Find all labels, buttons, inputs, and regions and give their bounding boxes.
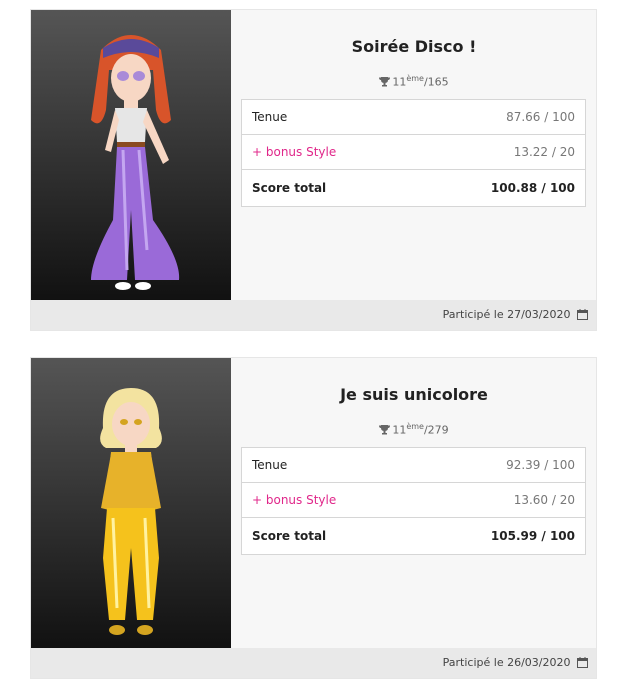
rank-total: /279 bbox=[423, 423, 449, 437]
avatar-image bbox=[31, 358, 231, 649]
card-content: Je suis unicolore 11ème/279 Tenue 92.39 … bbox=[231, 358, 597, 649]
score-label: + bonus Style bbox=[241, 134, 414, 170]
score-value: 13.60 / 20 bbox=[413, 482, 586, 518]
score-value: 100.88 / 100 bbox=[413, 169, 586, 207]
score-label: Score total bbox=[241, 517, 414, 555]
participation-date-text: Participé le 27/03/2020 bbox=[442, 308, 571, 321]
card-content: Soirée Disco ! 11ème/165 Tenue 87.66 / 1… bbox=[231, 10, 597, 301]
score-value: 87.66 / 100 bbox=[506, 110, 575, 124]
score-row-bonus: + bonus Style 13.60 / 20 bbox=[241, 482, 586, 518]
score-value: 13.22 / 20 bbox=[413, 134, 586, 170]
score-value: 92.39 / 100 bbox=[506, 458, 575, 472]
rank-line: 11ème/165 bbox=[231, 74, 597, 90]
contest-title: Soirée Disco ! bbox=[351, 37, 477, 56]
score-row-total: Score total 100.88 / 100 bbox=[241, 169, 586, 207]
calendar-icon bbox=[577, 657, 588, 671]
trophy-icon bbox=[379, 424, 391, 438]
avatar-image bbox=[31, 10, 231, 301]
score-row-bonus: + bonus Style 13.22 / 20 bbox=[241, 134, 586, 170]
score-value: 105.99 / 100 bbox=[413, 517, 586, 555]
rank-position: 11 bbox=[392, 423, 407, 437]
contest-card: Soirée Disco ! 11ème/165 Tenue 87.66 / 1… bbox=[30, 9, 597, 331]
card-footer: Participé le 26/03/2020 bbox=[31, 648, 596, 678]
rank-total: /165 bbox=[423, 75, 449, 89]
participation-date: Participé le 27/03/2020 bbox=[443, 308, 588, 323]
calendar-icon bbox=[577, 309, 588, 323]
score-label: Tenue bbox=[252, 110, 288, 124]
participation-date-text: Participé le 26/03/2020 bbox=[442, 656, 571, 669]
rank-position: 11 bbox=[392, 75, 407, 89]
score-row-outfit: Tenue 92.39 / 100 bbox=[242, 448, 586, 483]
rank-suffix: ème bbox=[406, 74, 424, 83]
score-row-total: Score total 105.99 / 100 bbox=[241, 517, 586, 555]
rank-line: 11ème/279 bbox=[231, 422, 597, 438]
card-footer: Participé le 27/03/2020 bbox=[31, 300, 596, 330]
score-label: Score total bbox=[241, 169, 414, 207]
contest-title: Je suis unicolore bbox=[340, 385, 488, 404]
participation-date: Participé le 26/03/2020 bbox=[443, 656, 588, 671]
trophy-icon bbox=[379, 76, 391, 90]
rank-suffix: ème bbox=[406, 422, 424, 431]
score-table: Tenue 87.66 / 100 + bonus Style 13.22 / … bbox=[241, 99, 586, 207]
score-row-outfit: Tenue 87.66 / 100 bbox=[242, 100, 586, 135]
score-label: + bonus Style bbox=[241, 482, 414, 518]
score-table: Tenue 92.39 / 100 + bonus Style 13.60 / … bbox=[241, 447, 586, 555]
score-label: Tenue bbox=[252, 458, 288, 472]
contest-card: Je suis unicolore 11ème/279 Tenue 92.39 … bbox=[30, 357, 597, 679]
